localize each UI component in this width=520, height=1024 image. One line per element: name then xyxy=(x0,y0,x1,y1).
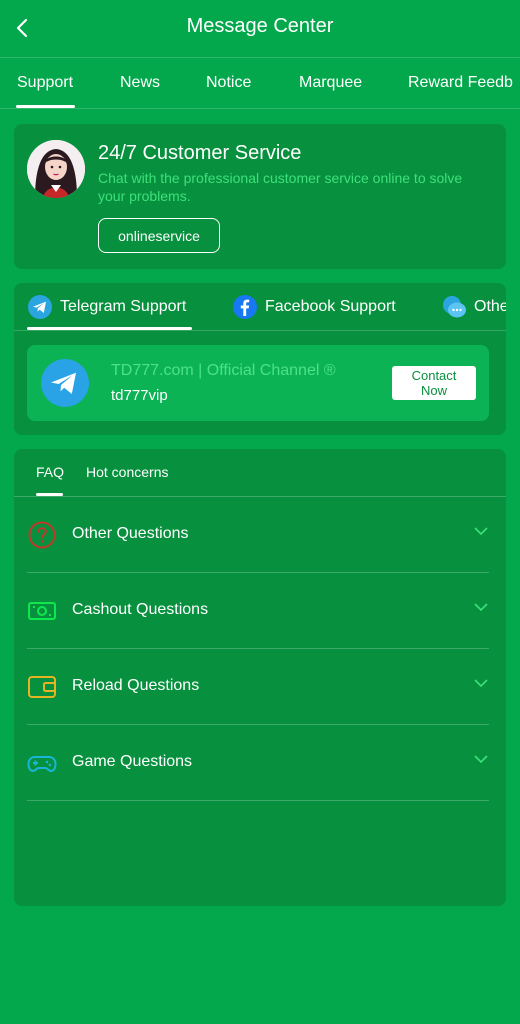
customer-service-panel: 24/7 Customer Service Chat with the prof… xyxy=(14,124,506,269)
top-tab-bar: Support News Notice Marquee Reward Feedb xyxy=(0,58,520,109)
telegram-channel-card: TD777.com | Official Channel ® td777vip … xyxy=(27,345,489,421)
telegram-icon xyxy=(41,359,89,407)
tab-news[interactable]: News xyxy=(120,74,160,92)
chevron-down-icon xyxy=(474,527,488,536)
tab-other-support[interactable]: Othe xyxy=(441,293,506,321)
support-channels-panel: Telegram Support Facebook Support Othe T… xyxy=(14,283,506,435)
channel-name: TD777.com | Official Channel ® xyxy=(111,362,336,379)
header-bar: Message Center xyxy=(0,0,520,58)
question-label: Other Questions xyxy=(72,525,189,542)
tab-facebook-support[interactable]: Facebook Support xyxy=(232,293,396,321)
tab-notice[interactable]: Notice xyxy=(206,74,251,92)
question-label: Game Questions xyxy=(72,753,193,770)
avatar xyxy=(27,140,85,198)
tab-label: Othe xyxy=(474,298,506,315)
online-service-button[interactable]: onlineservice xyxy=(98,218,220,253)
question-row-game[interactable]: Game Questions xyxy=(27,725,489,801)
tab-label: Facebook Support xyxy=(265,298,396,315)
question-row-reload[interactable]: Reload Questions xyxy=(27,649,489,725)
page-title: Message Center xyxy=(186,15,334,37)
question-label: Reload Questions xyxy=(72,677,200,694)
tab-marquee[interactable]: Marquee xyxy=(299,74,362,92)
wallet-icon xyxy=(28,676,56,698)
tab-telegram-support[interactable]: Telegram Support xyxy=(27,293,186,321)
customer-service-description: Chat with the professional customer serv… xyxy=(98,170,463,204)
facebook-icon xyxy=(233,295,257,319)
question-label: Cashout Questions xyxy=(72,601,209,618)
customer-service-title: 24/7 Customer Service xyxy=(98,142,302,164)
active-support-tab-indicator xyxy=(27,327,192,330)
gamepad-icon xyxy=(27,756,57,773)
telegram-icon xyxy=(28,295,52,319)
chevron-down-icon xyxy=(474,603,488,612)
question-circle-icon xyxy=(28,521,56,549)
active-tab-indicator xyxy=(16,105,75,108)
faq-panel: FAQ Hot concerns Other Questions Cashout… xyxy=(14,449,506,906)
active-faq-tab-indicator xyxy=(36,493,63,496)
chevron-down-icon xyxy=(474,679,488,688)
faq-tab-bar: FAQ Hot concerns xyxy=(14,449,506,497)
chevron-down-icon xyxy=(474,755,488,764)
tab-support[interactable]: Support xyxy=(17,74,73,92)
tab-label: Telegram Support xyxy=(60,298,187,315)
question-row-other[interactable]: Other Questions xyxy=(27,497,489,573)
cash-icon xyxy=(28,602,56,620)
question-row-cashout[interactable]: Cashout Questions xyxy=(27,573,489,649)
channel-handle: td777vip xyxy=(111,387,168,404)
contact-now-button[interactable]: Contact Now xyxy=(392,366,476,400)
tab-hot-concerns[interactable]: Hot concerns xyxy=(86,464,168,480)
support-tab-bar: Telegram Support Facebook Support Othe xyxy=(14,283,506,331)
tab-reward-feedback[interactable]: Reward Feedb xyxy=(408,74,513,92)
chat-bubble-icon xyxy=(443,296,466,318)
tab-faq[interactable]: FAQ xyxy=(36,464,64,480)
